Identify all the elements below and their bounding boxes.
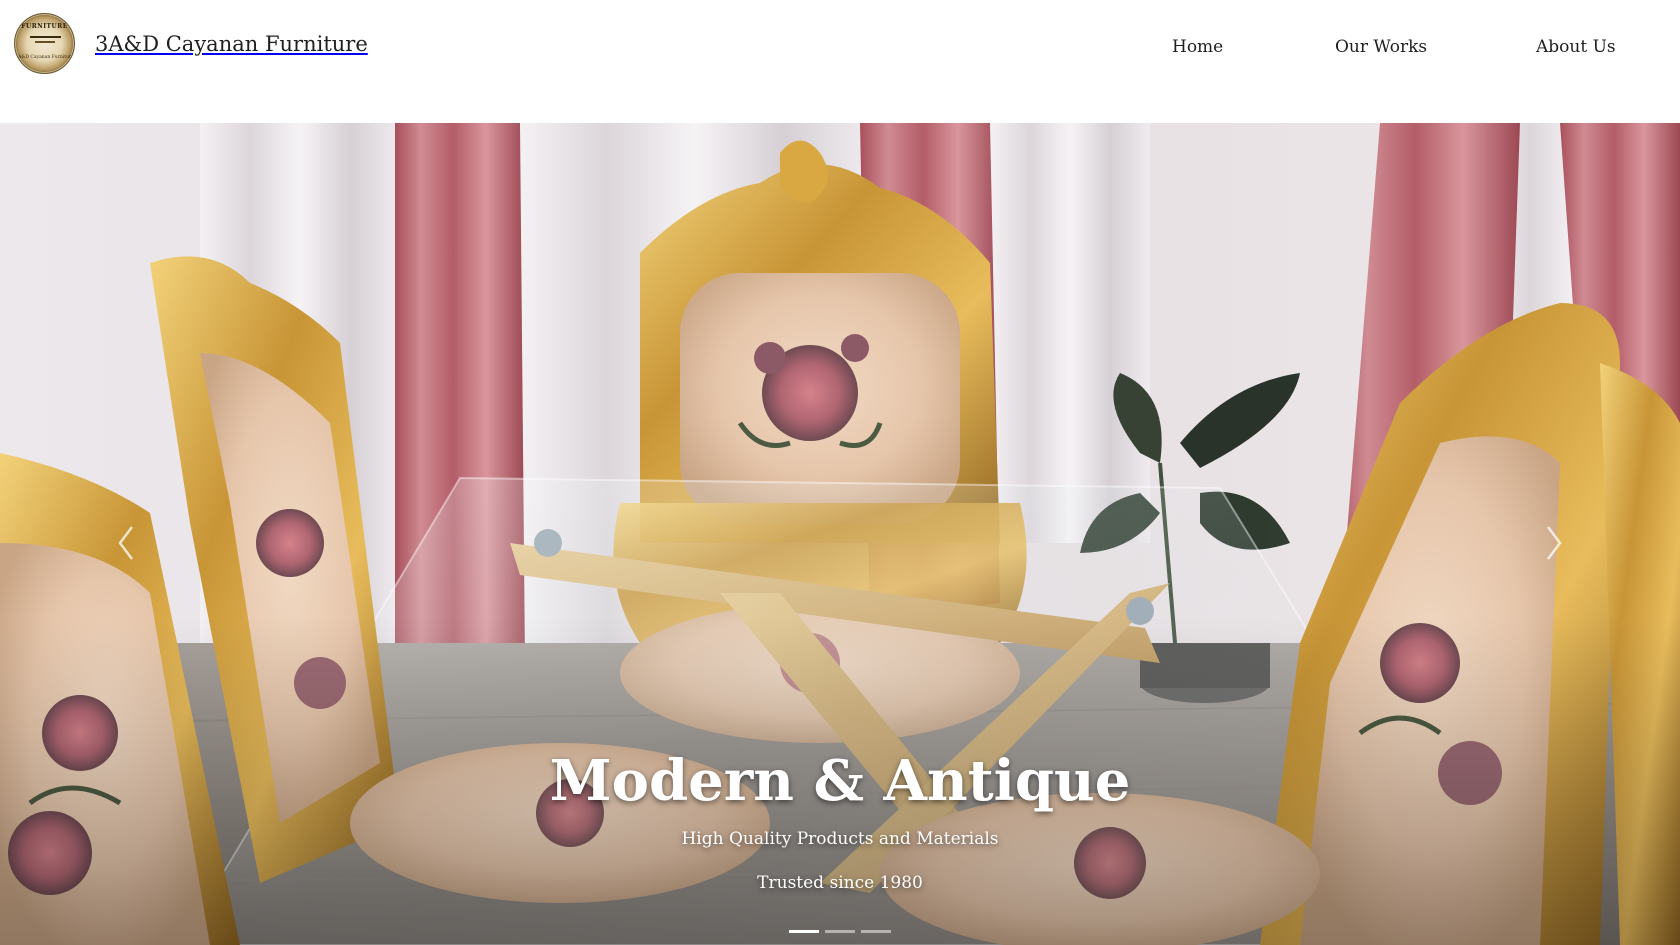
hero-image [0,123,1680,945]
hero-subtitle: High Quality Products and Materials [681,829,999,849]
chevron-left-icon [118,526,133,560]
hero-title: Modern & Antique [549,748,1131,814]
carousel-prev-button[interactable] [106,518,146,568]
site-header: FURNITURE 3A&D Cayanan Furniture 3A&D Ca… [0,0,1680,123]
nav-home[interactable]: Home [1172,37,1223,57]
carousel-indicators [0,930,1680,936]
logo-text: FURNITURE [21,23,68,30]
carousel-indicator[interactable] [825,930,855,933]
hero-carousel: Modern & Antique High Quality Products a… [0,123,1680,945]
carousel-next-button[interactable] [1534,518,1574,568]
carousel-indicator[interactable] [861,930,891,933]
nav-about-us[interactable]: About Us [1536,37,1616,57]
chevron-right-icon [1547,526,1562,560]
main-nav: Home Our Works About Us [0,37,1680,67]
hero-tagline: Trusted since 1980 [757,873,923,893]
nav-our-works[interactable]: Our Works [1335,37,1427,57]
carousel-indicator[interactable] [789,930,819,933]
